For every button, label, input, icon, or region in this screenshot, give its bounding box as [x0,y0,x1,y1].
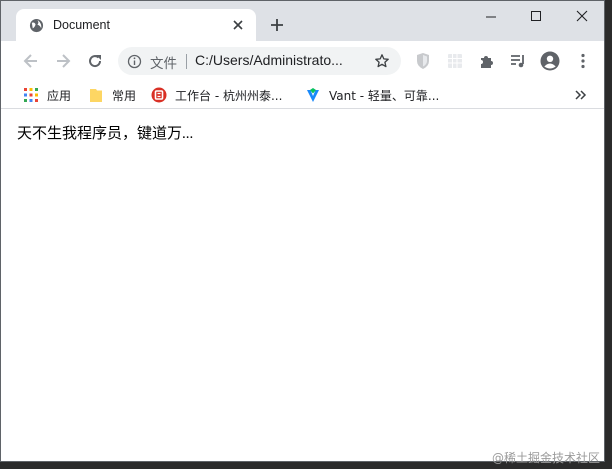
puzzle-extensions-icon[interactable] [477,51,497,71]
profile-avatar-icon[interactable] [540,51,560,71]
omnibox-divider [186,54,187,69]
forward-button[interactable] [53,51,73,71]
page-content: 天不生我程序员，键道万... [1,110,604,461]
star-bookmark-icon[interactable] [374,53,390,69]
tab-strip: Document [1,1,604,41]
bookmark-label: 常用 [112,88,137,103]
back-button[interactable] [21,51,41,71]
bookmark-label: Vant - 轻量、可靠... [329,88,440,103]
page-text: 天不生我程序员，键道万... [17,126,194,142]
new-tab-button[interactable] [268,16,286,34]
reload-button[interactable] [85,51,105,71]
chevron-double-right-icon[interactable] [572,87,588,103]
apps-grid-icon [24,88,38,102]
browser-window: Document 文件 C:/Users/Administrato... 应用 … [0,0,605,462]
toolbar: 文件 C:/Users/Administrato... [1,41,604,81]
red-logo-icon [151,87,167,103]
bookmark-workbench[interactable]: 工作台 - 杭州州泰... [151,85,282,105]
url-text[interactable]: C:/Users/Administrato... [195,52,343,68]
tab-document[interactable]: Document [16,9,256,41]
address-bar[interactable]: 文件 C:/Users/Administrato... [118,47,401,75]
file-scheme-label: 文件 [150,56,177,72]
globe-icon [29,18,44,33]
close-window-button[interactable] [571,7,593,27]
bookmark-vant[interactable]: Vant - 轻量、可靠... [305,85,439,105]
shield-extension-icon[interactable] [413,51,433,71]
close-icon[interactable] [230,17,246,33]
bookmark-apps[interactable]: 应用 [23,85,71,105]
bookmark-label: 工作台 - 杭州州泰... [175,88,283,103]
watermark: @稀土掘金技术社区 [492,451,601,465]
vant-logo-icon [307,88,319,102]
grid-extension-icon[interactable] [445,51,465,71]
bookmark-label: 应用 [47,88,72,103]
minimize-button[interactable] [480,7,502,27]
media-queue-icon[interactable] [508,51,528,71]
folder-icon [90,89,102,102]
bookmark-folder-common[interactable]: 常用 [88,85,136,105]
bookmarks-bar: 应用 常用 工作台 - 杭州州泰... Vant - 轻量、可靠... [1,81,604,109]
info-icon[interactable] [127,54,142,69]
tab-title: Document [53,18,110,32]
more-menu-icon[interactable] [573,51,593,71]
maximize-button[interactable] [525,7,547,27]
